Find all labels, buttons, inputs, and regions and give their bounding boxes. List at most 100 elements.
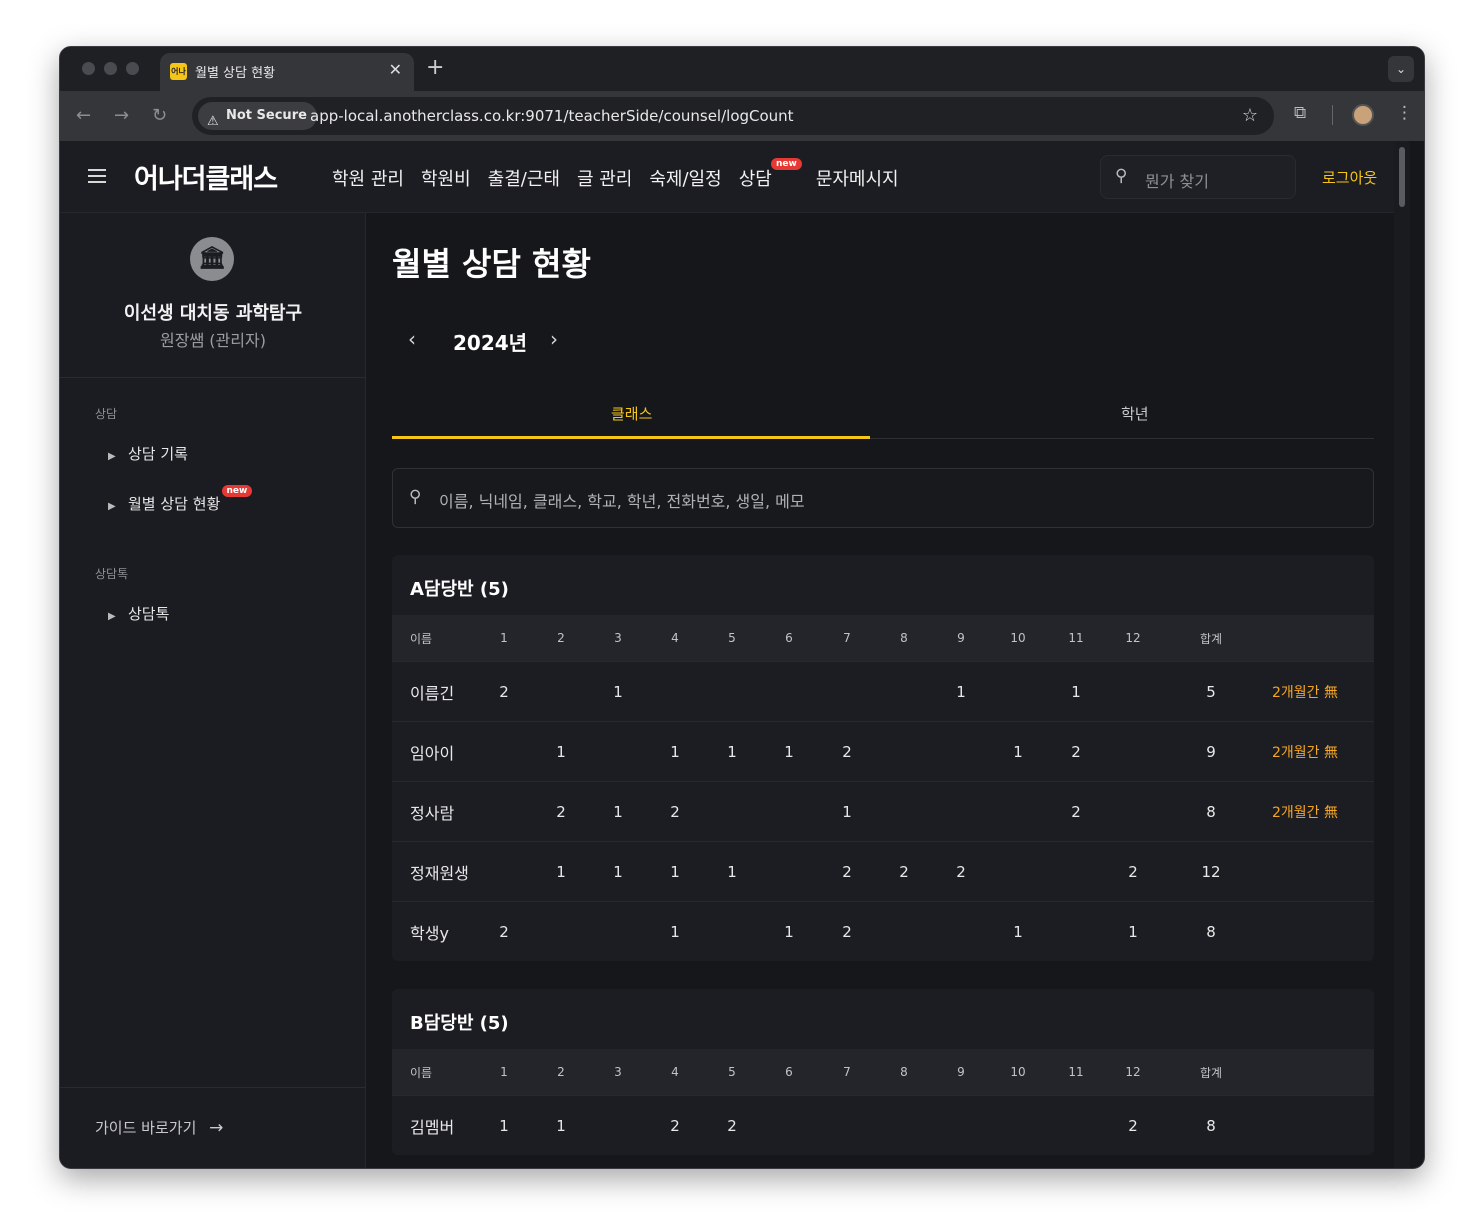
- column-header-month[interactable]: 12: [1118, 1049, 1148, 1095]
- caret-right-icon: ▶: [108, 501, 116, 512]
- column-header-month[interactable]: 7: [832, 615, 862, 661]
- column-header-month[interactable]: 3: [603, 1049, 633, 1095]
- table-row[interactable]: 정재원생 1 1 1 1 2 2 2 2 12: [392, 841, 1374, 901]
- table-row[interactable]: 정사람 2 1 2 1 2 8 2개월간 無: [392, 781, 1374, 841]
- nav-counsel[interactable]: 상담 new: [739, 158, 802, 191]
- column-header-month[interactable]: 5: [717, 615, 747, 661]
- favicon-icon: 어나: [170, 63, 187, 80]
- month-count: [489, 722, 519, 781]
- address-bar[interactable]: ⚠ Not Secure app-local.anotherclass.co.k…: [192, 97, 1274, 135]
- column-header-month[interactable]: 12: [1118, 615, 1148, 661]
- prev-year-chevron-icon[interactable]: ‹: [408, 327, 416, 351]
- nav-attendance[interactable]: 출결/근태: [488, 165, 560, 191]
- academy-name: 이선생 대치동 과학탐구: [123, 303, 303, 324]
- column-header-month[interactable]: 8: [889, 615, 919, 661]
- month-count: [832, 1096, 862, 1155]
- sidebar-item-label: 상담 기록: [128, 445, 188, 463]
- extensions-puzzle-icon[interactable]: ⧉: [1294, 103, 1306, 123]
- column-header-total[interactable]: 합계: [1196, 615, 1226, 661]
- student-name[interactable]: 김멤버: [410, 1096, 454, 1155]
- student-name[interactable]: 정재원생: [410, 842, 469, 901]
- page-scrollbar[interactable]: [1394, 141, 1410, 1168]
- column-header-month[interactable]: 9: [946, 615, 976, 661]
- column-header-month[interactable]: 3: [603, 615, 633, 661]
- table-row[interactable]: 김멤버 1 1 2 2 2 8: [392, 1095, 1374, 1155]
- toolbar-divider: [1332, 105, 1333, 125]
- bookmark-star-icon[interactable]: ☆: [1242, 105, 1258, 126]
- student-search-input[interactable]: ⚲ 이름, 닉네임, 클래스, 학교, 학년, 전화번호, 생일, 메모: [392, 468, 1374, 528]
- column-header-month[interactable]: 9: [946, 1049, 976, 1095]
- active-tab-indicator: [392, 436, 870, 439]
- table-header-row: 이름 1 2 3 4 5 6 7 8 9 10 11 12 합계: [392, 1049, 1374, 1095]
- table-row[interactable]: 임아이 1 1 1 1 2 1 2 9 2개월간 無: [392, 721, 1374, 781]
- month-count: 2: [499, 922, 509, 941]
- column-header-month[interactable]: 2: [546, 1049, 576, 1095]
- close-window-button[interactable]: [82, 62, 95, 75]
- column-header-month[interactable]: 6: [774, 615, 804, 661]
- month-count: [946, 1096, 976, 1155]
- tab-class[interactable]: 클래스: [611, 403, 652, 424]
- column-header-month[interactable]: 10: [1003, 1049, 1033, 1095]
- not-secure-chip[interactable]: ⚠ Not Secure: [198, 102, 317, 130]
- student-name[interactable]: 학생y: [410, 902, 449, 961]
- scrollbar-thumb[interactable]: [1399, 147, 1405, 207]
- column-header-name[interactable]: 이름: [410, 1049, 432, 1095]
- global-search-input[interactable]: ⚲ 뭔가 찾기: [1100, 155, 1296, 199]
- student-name[interactable]: 이름긴: [410, 662, 454, 721]
- maximize-window-button[interactable]: [126, 62, 139, 75]
- url-text[interactable]: app-local.anotherclass.co.kr:9071/teache…: [310, 107, 794, 125]
- sidebar-item-counsel-log[interactable]: ▶ 상담 기록: [108, 443, 188, 464]
- guide-link[interactable]: 가이드 바로가기 →: [95, 1117, 223, 1138]
- column-header-month[interactable]: 4: [660, 1049, 690, 1095]
- column-header-month[interactable]: 8: [889, 1049, 919, 1095]
- month-count: 2: [499, 682, 509, 701]
- month-count: [1003, 842, 1033, 901]
- table-row[interactable]: 학생y 2 1 1 2 1 1 8: [392, 901, 1374, 961]
- column-header-month[interactable]: 4: [660, 615, 690, 661]
- column-header-month[interactable]: 10: [1003, 615, 1033, 661]
- sidebar-item-counsel-talk[interactable]: ▶ 상담톡: [108, 603, 169, 624]
- column-header-month[interactable]: 7: [832, 1049, 862, 1095]
- column-header-month[interactable]: 1: [489, 1049, 519, 1095]
- nav-posts[interactable]: 글 관리: [577, 165, 632, 191]
- student-name[interactable]: 임아이: [410, 722, 454, 781]
- reload-icon[interactable]: ↻: [152, 105, 167, 126]
- nav-tuition[interactable]: 학원비: [421, 165, 471, 191]
- next-year-chevron-icon[interactable]: ›: [550, 327, 558, 351]
- column-header-month[interactable]: 6: [774, 1049, 804, 1095]
- forward-arrow-icon[interactable]: →: [114, 105, 129, 126]
- app-logo[interactable]: 어나더클래스: [134, 157, 278, 196]
- column-header-month[interactable]: 11: [1061, 615, 1091, 661]
- column-header-month[interactable]: 1: [489, 615, 519, 661]
- logout-button[interactable]: 로그아웃: [1322, 167, 1377, 188]
- month-count: [889, 722, 919, 781]
- browser-tab[interactable]: 어나 월별 상담 현황 ✕: [160, 53, 414, 91]
- table-row[interactable]: 이름긴 2 1 1 1 5 2개월간 無: [392, 661, 1374, 721]
- column-header-month[interactable]: 11: [1061, 1049, 1091, 1095]
- not-secure-label: Not Secure: [226, 108, 307, 123]
- column-header-month[interactable]: 5: [717, 1049, 747, 1095]
- browser-menu-icon[interactable]: ⋮: [1396, 103, 1413, 123]
- back-arrow-icon[interactable]: ←: [76, 105, 91, 126]
- nav-homework-schedule[interactable]: 숙제/일정: [649, 165, 721, 191]
- tab-grade[interactable]: 학년: [1121, 403, 1149, 424]
- column-header-name[interactable]: 이름: [410, 615, 432, 661]
- new-tab-icon[interactable]: +: [426, 55, 444, 80]
- minimize-window-button[interactable]: [104, 62, 117, 75]
- column-header-total[interactable]: 합계: [1196, 1049, 1226, 1095]
- browser-toolbar: ← → ↻ ⚠ Not Secure app-local.anotherclas…: [60, 91, 1424, 141]
- tab-strip: 어나 월별 상담 현황 ✕ + ⌄: [60, 47, 1424, 91]
- tab-close-icon[interactable]: ✕: [389, 60, 402, 79]
- class-group-a: A담당반 (5) 이름 1 2 3 4 5 6 7 8 9 10 11 12 합계 이름긴 2 1 1 1 5 2개월간 …: [392, 555, 1374, 961]
- profile-avatar[interactable]: [1352, 104, 1374, 126]
- sidebar-item-monthly-counsel[interactable]: ▶ 월별 상담 현황 new: [108, 485, 253, 514]
- app-header: 어나더클래스 학원 관리 학원비 출결/근태 글 관리 숙제/일정 상담 new…: [60, 141, 1410, 213]
- month-count: 1: [613, 682, 623, 701]
- nav-academy-management[interactable]: 학원 관리: [332, 165, 404, 191]
- tab-search-chevron-icon[interactable]: ⌄: [1388, 56, 1414, 82]
- column-header-month[interactable]: 2: [546, 615, 576, 661]
- student-name[interactable]: 정사람: [410, 782, 454, 841]
- month-count: [546, 902, 576, 961]
- nav-sms[interactable]: 문자메시지: [816, 165, 899, 191]
- menu-hamburger-icon[interactable]: [88, 169, 106, 183]
